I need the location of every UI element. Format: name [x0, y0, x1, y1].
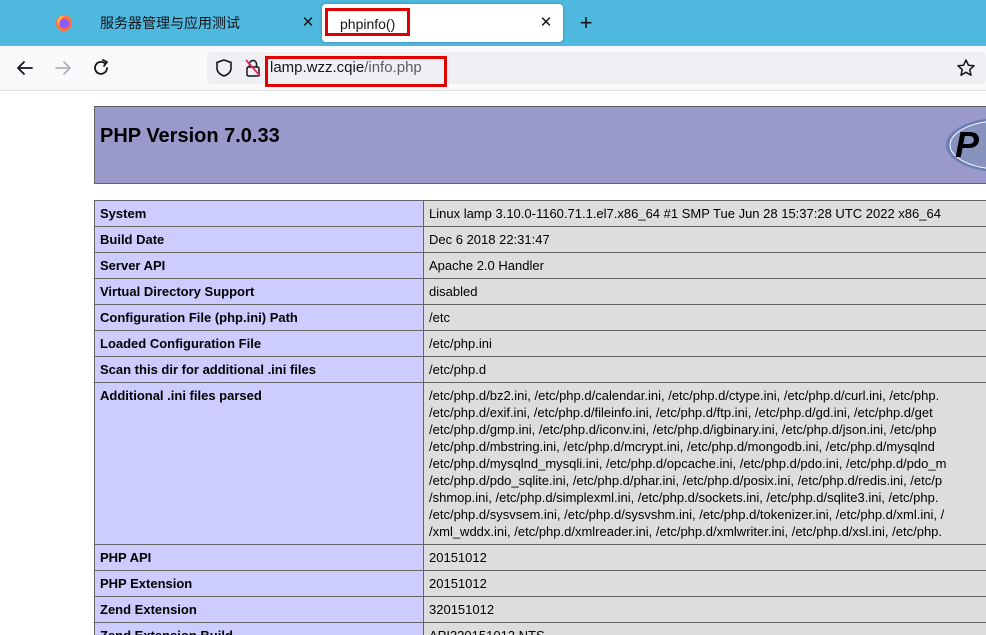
table-row: Build Date Dec 6 2018 22:31:47: [94, 226, 986, 253]
row-value: disabled: [423, 278, 986, 305]
new-tab-icon[interactable]: +: [575, 12, 597, 34]
close-tab-icon[interactable]: ✕: [536, 13, 556, 33]
row-value: Dec 6 2018 22:31:47: [423, 226, 986, 253]
insecure-lock-icon[interactable]: [244, 58, 262, 78]
table-row: Server API Apache 2.0 Handler: [94, 252, 986, 279]
bookmark-star-icon[interactable]: [956, 58, 976, 78]
row-label: Additional .ini files parsed: [94, 382, 424, 545]
row-value: Linux lamp 3.10.0-1160.71.1.el7.x86_64 #…: [423, 200, 986, 227]
row-label: Build Date: [94, 226, 424, 253]
php-logo-icon[interactable]: P: [945, 117, 986, 173]
tab-label: 服务器管理与应用测试: [100, 15, 240, 31]
table-row: Additional .ini files parsed/etc/php.d/b…: [94, 382, 986, 545]
page-content: PHP Version 7.0.33 P System Linux lamp 3.…: [0, 91, 986, 635]
php-info-table: System Linux lamp 3.10.0-1160.71.1.el7.x8…: [94, 200, 986, 635]
ini-file-line: /etc/php.d/exif.ini, /etc/php.d/fileinfo…: [429, 405, 933, 420]
ini-file-line: /etc/php.d/pdo_sqlite.ini, /etc/php.d/ph…: [429, 473, 943, 488]
tab-server-management[interactable]: 服务器管理与应用测试 ✕: [88, 4, 322, 42]
row-value: /etc: [423, 304, 986, 331]
row-label: PHP API: [94, 544, 424, 571]
tab-strip: 服务器管理与应用测试 ✕ phpinfo() ✕ +: [0, 0, 986, 46]
close-tab-icon[interactable]: ✕: [298, 13, 318, 33]
table-row: Configuration File (php.ini) Path/etc: [94, 304, 986, 331]
row-value: /etc/php.d/bz2.ini, /etc/php.d/calendar.…: [423, 382, 986, 545]
row-value: 20151012: [423, 570, 986, 597]
ini-file-line: /etc/php.d/bz2.ini, /etc/php.d/calendar.…: [429, 388, 940, 403]
ini-file-line: /etc/php.d/mysqlnd_mysqli.ini, /etc/php.…: [429, 456, 947, 471]
table-row: PHP Extension 20151012: [94, 570, 986, 597]
table-row: System Linux lamp 3.10.0-1160.71.1.el7.x8…: [94, 200, 986, 227]
row-label: Scan this dir for additional .ini files: [94, 356, 424, 383]
table-row: Scan this dir for additional .ini files /…: [94, 356, 986, 383]
row-label: Virtual Directory Support: [94, 278, 424, 305]
url-highlight-box: [265, 56, 447, 87]
row-value: /etc/php.ini: [423, 330, 986, 357]
row-label: Zend Extension: [94, 596, 424, 623]
ini-file-line: /xml_wddx.ini, /etc/php.d/xmlreader.ini,…: [429, 524, 943, 539]
page-title: PHP Version 7.0.33: [100, 125, 280, 147]
table-row: PHP API 20151012: [94, 544, 986, 571]
tab-phpinfo[interactable]: phpinfo() ✕: [322, 4, 563, 42]
row-label: PHP Extension: [94, 570, 424, 597]
row-label: System: [94, 200, 424, 227]
row-value: Apache 2.0 Handler: [423, 252, 986, 279]
firefox-logo-icon[interactable]: [55, 14, 73, 32]
php-logo-text: P: [955, 124, 980, 165]
row-label: Zend Extension Build: [94, 622, 424, 635]
navigation-bar: lamp.wzz.cqie/info.php: [0, 46, 986, 91]
row-label: Loaded Configuration File: [94, 330, 424, 357]
ini-file-line: /etc/php.d/sysvsem.ini, /etc/php.d/sysvs…: [429, 507, 945, 522]
ini-file-line: /shmop.ini, /etc/php.d/simplexml.ini, /e…: [429, 490, 939, 505]
table-row: Zend Extension 320151012: [94, 596, 986, 623]
table-row: Zend Extension BuildAPI320151012,NTS: [94, 622, 986, 635]
back-arrow-icon[interactable]: [14, 57, 36, 79]
tab-label: phpinfo(): [325, 8, 411, 36]
ini-file-line: /etc/php.d/gmp.ini, /etc/php.d/iconv.ini…: [429, 422, 937, 437]
tracking-shield-icon[interactable]: [215, 58, 233, 78]
row-value: API320151012,NTS: [423, 622, 986, 635]
row-label: Server API: [94, 252, 424, 279]
url-bar[interactable]: lamp.wzz.cqie/info.php: [207, 52, 986, 87]
ini-file-line: /etc/php.d/mbstring.ini, /etc/php.d/mcry…: [429, 439, 935, 454]
row-value: /etc/php.d: [423, 356, 986, 383]
forward-arrow-icon[interactable]: [52, 57, 74, 79]
reload-icon[interactable]: [90, 57, 112, 79]
row-value: 320151012: [423, 596, 986, 623]
table-row: Virtual Directory Support disabled: [94, 278, 986, 305]
row-value: 20151012: [423, 544, 986, 571]
row-label: Configuration File (php.ini) Path: [94, 304, 424, 331]
php-version-header: PHP Version 7.0.33 P: [94, 106, 986, 184]
table-row: Loaded Configuration File/etc/php.ini: [94, 330, 986, 357]
